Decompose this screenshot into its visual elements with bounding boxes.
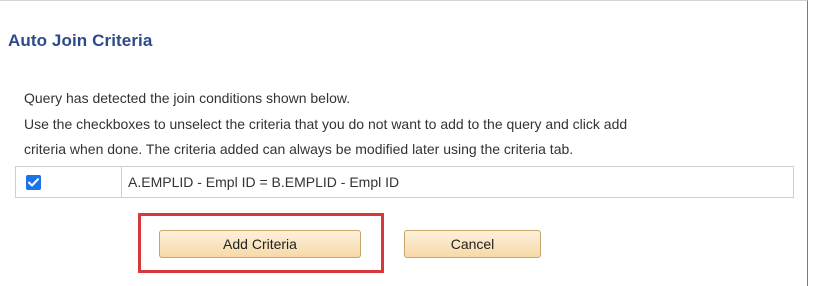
detected-message: Query has detected the join conditions s… [24,90,351,106]
dialog-title: Auto Join Criteria [8,31,153,50]
auto-join-criteria-dialog: Auto Join Criteria Query has detected th… [0,0,808,286]
criteria-checkbox-cell [16,167,122,197]
instruction-line-1: Use the checkboxes to unselect the crite… [24,116,628,132]
cancel-button[interactable]: Cancel [404,230,541,258]
criteria-checkbox[interactable] [26,174,41,190]
checkmark-icon [28,177,39,186]
add-criteria-button[interactable]: Add Criteria [159,230,361,258]
criteria-text: A.EMPLID - Empl ID = B.EMPLID - Empl ID [128,174,400,190]
criteria-table-row: A.EMPLID - Empl ID = B.EMPLID - Empl ID [15,166,794,198]
instruction-line-2: criteria when done. The criteria added c… [24,141,574,157]
